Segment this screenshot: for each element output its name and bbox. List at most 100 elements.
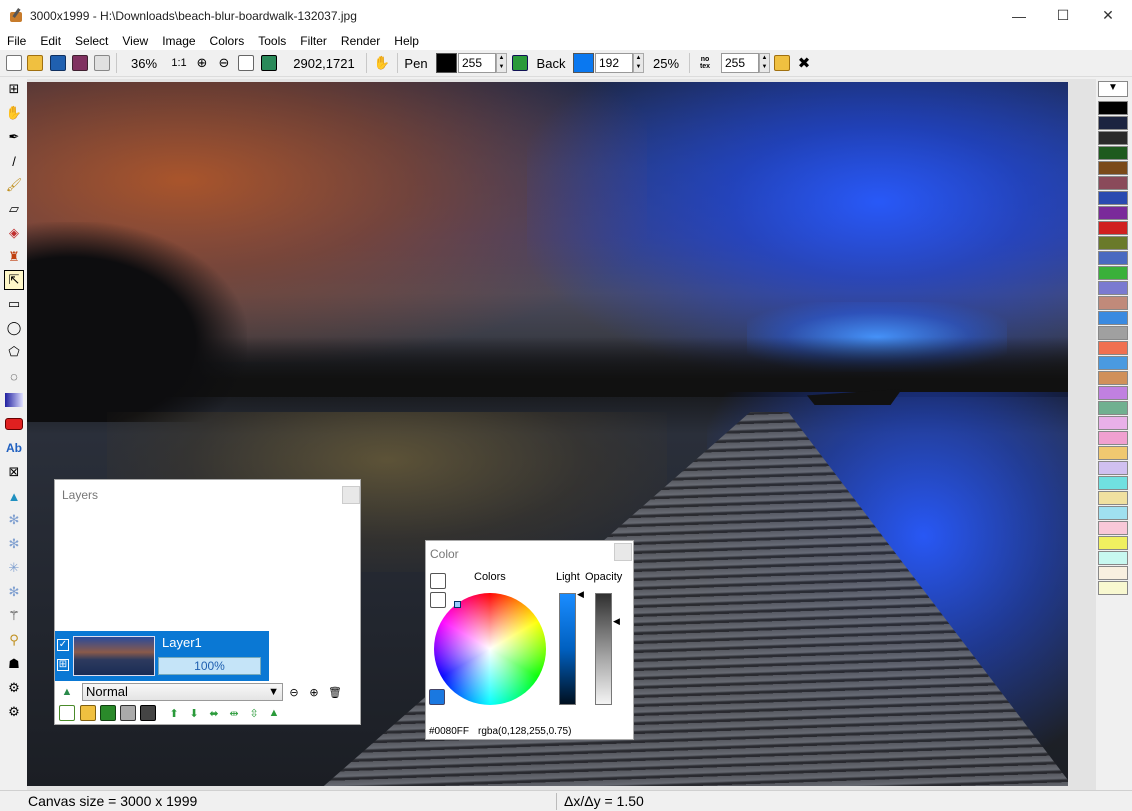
layers-panel-close-button[interactable]: [342, 486, 360, 504]
maximize-button[interactable]: ☐: [1040, 0, 1086, 31]
zoom-fit-button[interactable]: [238, 54, 254, 72]
palette-menu-button[interactable]: ▼: [1098, 81, 1128, 97]
move-selection-tool[interactable]: ⇱: [4, 270, 24, 290]
palette-swatch[interactable]: [1098, 371, 1128, 385]
layer-properties-button[interactable]: ▲: [266, 705, 282, 721]
layer-visible-checkbox[interactable]: ✓: [57, 639, 69, 651]
rotate-selection-tool[interactable]: ⚙: [4, 678, 24, 698]
back-alpha-input[interactable]: 192: [595, 53, 633, 73]
zoom-in-layer-button[interactable]: ⊕: [306, 684, 322, 700]
merge-layer-button[interactable]: [120, 705, 136, 721]
move-layer-up-button[interactable]: ⬆: [166, 705, 182, 721]
palette-swatch[interactable]: [1098, 476, 1128, 490]
layer-row[interactable]: ✓ ⊞ Layer1 100%: [55, 631, 269, 681]
palette-swatch[interactable]: [1098, 461, 1128, 475]
color-panel-close-button[interactable]: [614, 543, 632, 561]
canvas-area[interactable]: Layers ✓ ⊞ Layer1 100% ▲ Normal ▼ ⊖ ⊕ 🗑 …: [27, 79, 1096, 790]
blend-mode-select[interactable]: Normal ▼: [82, 683, 283, 701]
palette-swatch[interactable]: [1098, 251, 1128, 265]
brush-tool[interactable]: 🖌: [4, 175, 24, 195]
pen-alpha-input[interactable]: 255: [458, 53, 496, 73]
layers-toggle-button[interactable]: [260, 54, 278, 72]
open-layer-button[interactable]: [80, 705, 96, 721]
zoom-layer-tool[interactable]: ✻: [4, 534, 24, 554]
swap-colors-button[interactable]: [511, 54, 529, 72]
palette-swatch[interactable]: [1098, 566, 1128, 580]
palette-swatch[interactable]: [1098, 506, 1128, 520]
move-selection-content-tool[interactable]: ☗: [4, 654, 24, 674]
palette-swatch[interactable]: [1098, 536, 1128, 550]
copy-button[interactable]: [94, 54, 110, 72]
palette-swatch[interactable]: [1098, 311, 1128, 325]
zoom-in-button[interactable]: ⊕: [194, 54, 210, 72]
palette-swatch[interactable]: [1098, 296, 1128, 310]
palette-swatch[interactable]: [1098, 341, 1128, 355]
palette-swatch[interactable]: [1098, 551, 1128, 565]
phong-tool[interactable]: ▲: [4, 486, 24, 506]
texture-open-button[interactable]: [774, 54, 790, 72]
warp-tool[interactable]: ✻: [4, 582, 24, 602]
menu-help[interactable]: Help: [387, 34, 426, 48]
move-layer-down-button[interactable]: ⬇: [186, 705, 202, 721]
zoom-out-button[interactable]: ⊖: [216, 54, 232, 72]
save-as-button[interactable]: [72, 54, 88, 72]
menu-image[interactable]: Image: [155, 34, 202, 48]
rotate-tool[interactable]: ✻: [4, 510, 24, 530]
palette-swatch[interactable]: [1098, 266, 1128, 280]
opacity-slider[interactable]: [595, 593, 612, 705]
lightness-handle[interactable]: ◀: [577, 589, 584, 600]
palette-swatch[interactable]: [1098, 431, 1128, 445]
flip-vertical-button[interactable]: ⇳: [246, 705, 262, 721]
save-button[interactable]: [50, 54, 66, 72]
hand-tool[interactable]: ✋: [4, 103, 24, 123]
fit-layer-button[interactable]: ⬌: [206, 705, 222, 721]
palette-swatch[interactable]: [1098, 146, 1128, 160]
palette-swatch[interactable]: [1098, 281, 1128, 295]
menu-render[interactable]: Render: [334, 34, 387, 48]
menu-file[interactable]: File: [0, 34, 33, 48]
current-color-swatch[interactable]: [429, 689, 445, 705]
text-tool[interactable]: Ab: [4, 438, 24, 458]
flip-horizontal-button[interactable]: ⇹: [226, 705, 242, 721]
select-all-tool[interactable]: ⊞: [4, 79, 24, 99]
rasterize-layer-button[interactable]: [140, 705, 156, 721]
shape-tool[interactable]: [4, 414, 24, 434]
rectangle-select-tool[interactable]: ▭: [4, 294, 24, 314]
texture-alpha-spinner[interactable]: ▲ ▼: [759, 53, 770, 73]
menu-filter[interactable]: Filter: [293, 34, 334, 48]
color-picker-tool[interactable]: ✒: [4, 127, 24, 147]
palette-swatch[interactable]: [1098, 581, 1128, 595]
palette-swatch[interactable]: [1098, 446, 1128, 460]
menu-edit[interactable]: Edit: [33, 34, 68, 48]
palette-swatch[interactable]: [1098, 386, 1128, 400]
layer-blend-icon[interactable]: ⊞: [57, 659, 69, 671]
duplicate-layer-button[interactable]: [100, 705, 116, 721]
back-alpha-spinner[interactable]: ▲ ▼: [633, 53, 644, 73]
palette-swatch[interactable]: [1098, 206, 1128, 220]
palette-swatch[interactable]: [1098, 236, 1128, 250]
color-wheel[interactable]: [434, 593, 546, 705]
palette-swatch[interactable]: [1098, 131, 1128, 145]
back-color-swatch[interactable]: [573, 53, 594, 73]
texture-alpha-input[interactable]: 255: [721, 53, 759, 73]
deformation-grid-tool[interactable]: ⊠: [4, 462, 24, 482]
zoom-out-layer-button[interactable]: ⊖: [286, 684, 302, 700]
zoom-selection-tool[interactable]: ⚙: [4, 702, 24, 722]
menu-view[interactable]: View: [115, 34, 155, 48]
ellipse-select-tool[interactable]: ◯: [4, 318, 24, 338]
layer-options-button[interactable]: ▲: [59, 684, 75, 700]
pen-alpha-spinner[interactable]: ▲ ▼: [496, 53, 507, 73]
color-mode-button[interactable]: [430, 573, 446, 589]
palette-swatch[interactable]: [1098, 191, 1128, 205]
palette-swatch[interactable]: [1098, 326, 1128, 340]
palette-swatch[interactable]: [1098, 401, 1128, 415]
gradient-tool[interactable]: [4, 390, 24, 410]
new-file-button[interactable]: [6, 54, 22, 72]
pen-color-swatch[interactable]: [436, 53, 457, 73]
palette-swatch[interactable]: [1098, 116, 1128, 130]
layer-name[interactable]: Layer1: [162, 635, 202, 650]
open-file-button[interactable]: [27, 54, 43, 72]
palette-swatch[interactable]: [1098, 101, 1128, 115]
lightness-slider[interactable]: [559, 593, 576, 705]
palette-swatch[interactable]: [1098, 356, 1128, 370]
